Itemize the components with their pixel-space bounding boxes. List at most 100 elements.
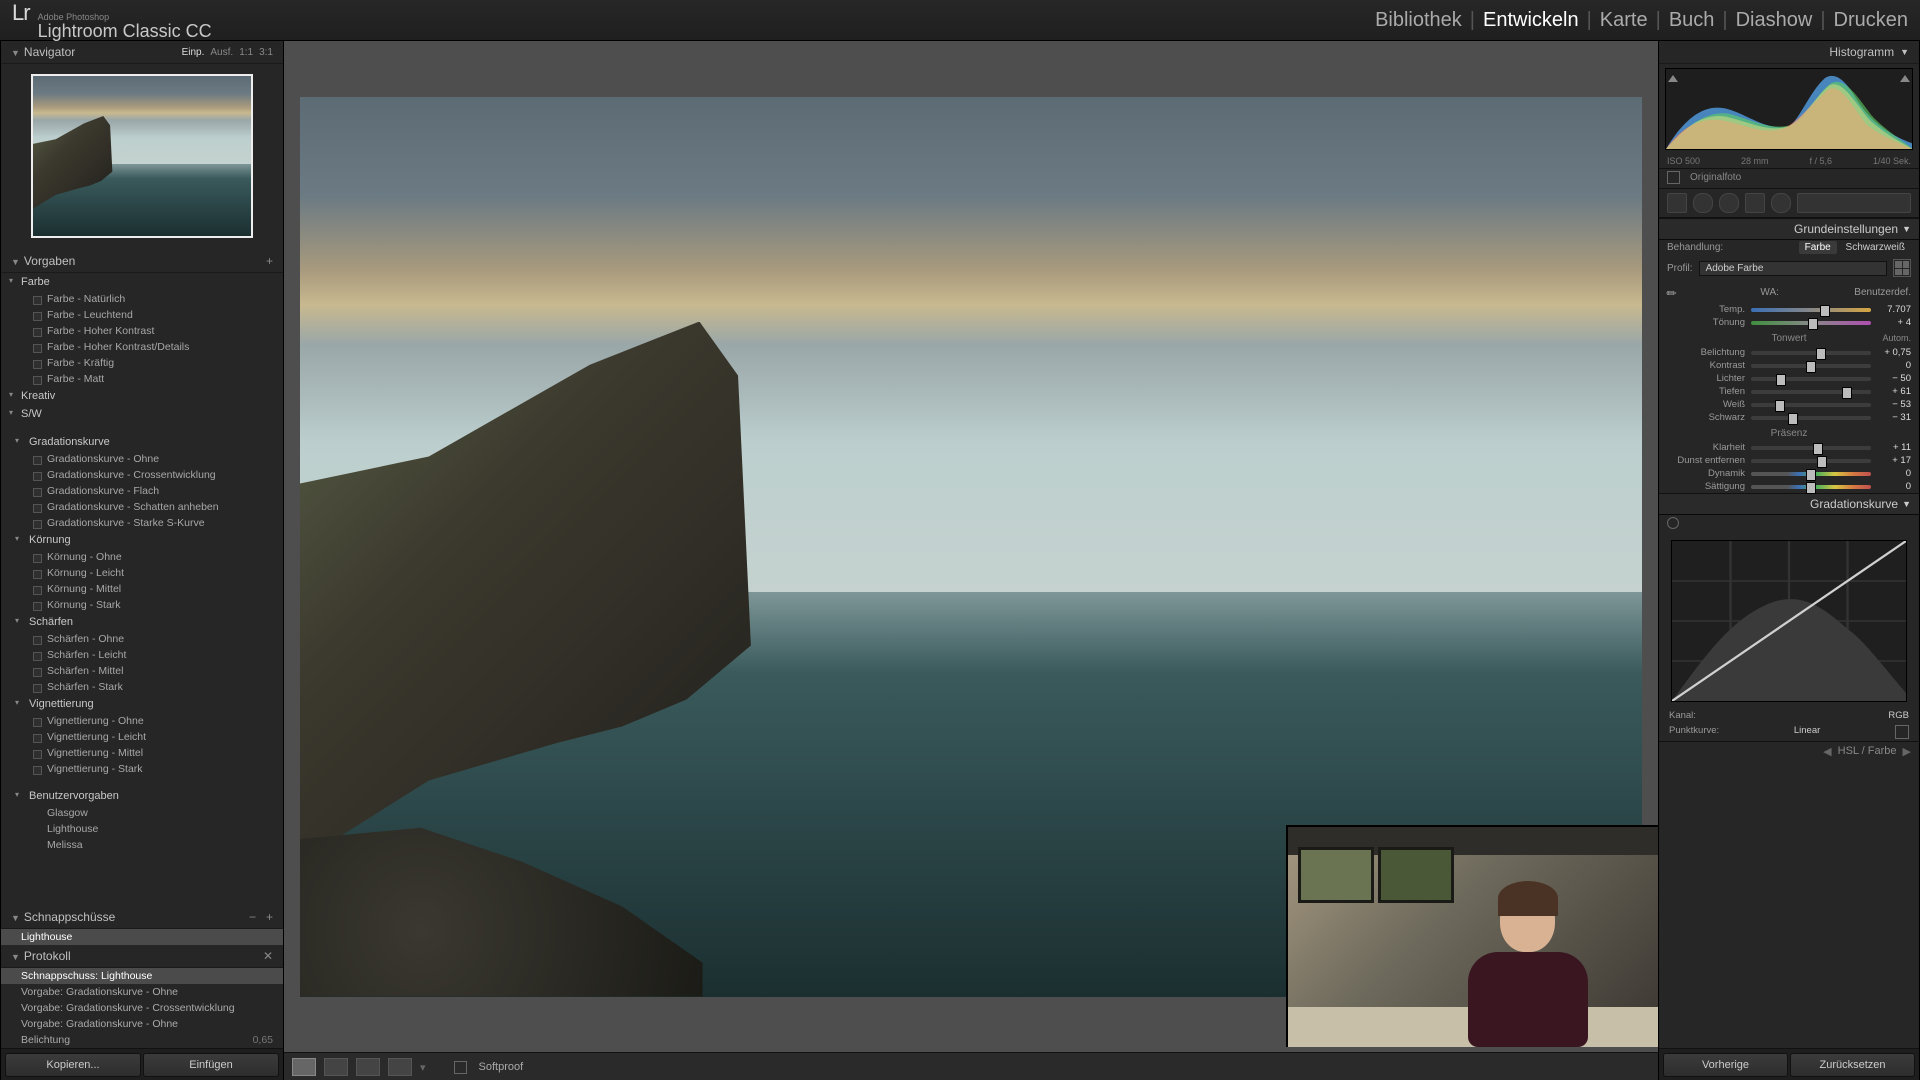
preset-item[interactable]: Vignettierung - Ohne: [1, 713, 283, 729]
highlight-clip-icon[interactable]: [1900, 71, 1910, 85]
preset-item[interactable]: Schärfen - Ohne: [1, 631, 283, 647]
view-mode-loupe[interactable]: [292, 1058, 316, 1076]
add-snapshot-icon[interactable]: − +: [249, 910, 273, 924]
preset-item[interactable]: Farbe - Hoher Kontrast/Details: [1, 339, 283, 355]
presets-header[interactable]: ▼Vorgaben +: [1, 250, 283, 273]
slider-thumb[interactable]: [1775, 400, 1785, 412]
preset-item[interactable]: Glasgow: [1, 805, 283, 821]
slider-thumb[interactable]: [1776, 374, 1786, 386]
module-drucken[interactable]: Drucken: [1834, 9, 1908, 32]
slider-thumb[interactable]: [1820, 305, 1830, 317]
preset-group[interactable]: Schärfen: [1, 613, 283, 631]
module-karte[interactable]: Karte: [1600, 9, 1648, 32]
histogram-display[interactable]: [1665, 68, 1913, 150]
slider-s-ttigung[interactable]: Sättigung0: [1659, 480, 1919, 493]
preset-group[interactable]: Körnung: [1, 531, 283, 549]
tonecurve-target-icon[interactable]: [1659, 515, 1919, 534]
spot-removal-tool[interactable]: [1693, 193, 1713, 213]
slider-value[interactable]: 0: [1877, 468, 1911, 479]
basic-header[interactable]: Grundeinstellungen▼: [1659, 218, 1919, 240]
auto-tone-button[interactable]: Autom.: [1882, 333, 1911, 343]
tonecurve-display[interactable]: [1671, 540, 1907, 702]
slider-t-nung[interactable]: Tönung+ 4: [1659, 316, 1919, 329]
pointcurve-edit-icon[interactable]: [1895, 725, 1909, 739]
view-mode-before-after-tb[interactable]: [356, 1058, 380, 1076]
preset-group[interactable]: Farbe: [1, 273, 283, 291]
slider-thumb[interactable]: [1808, 318, 1818, 330]
graduated-filter-tool[interactable]: [1745, 193, 1765, 213]
slider-temp-[interactable]: Temp.7.707: [1659, 303, 1919, 316]
profile-browser-icon[interactable]: [1893, 259, 1911, 277]
view-mode-before-after-lr[interactable]: [324, 1058, 348, 1076]
preset-group[interactable]: S/W: [1, 405, 283, 423]
preset-item[interactable]: Vignettierung - Leicht: [1, 729, 283, 745]
snapshot-item[interactable]: Lighthouse: [1, 929, 283, 945]
preset-item[interactable]: Körnung - Leicht: [1, 565, 283, 581]
module-diashow[interactable]: Diashow: [1736, 9, 1813, 32]
preset-group[interactable]: Benutzervorgaben: [1, 787, 283, 805]
history-item[interactable]: Vorgabe: Gradationskurve - Ohne: [1, 984, 283, 1000]
slider-belichtung[interactable]: Belichtung+ 0,75: [1659, 346, 1919, 359]
preset-group[interactable]: Vignettierung: [1, 695, 283, 713]
softproof-checkbox[interactable]: [454, 1061, 467, 1074]
slider-kontrast[interactable]: Kontrast0: [1659, 359, 1919, 372]
wb-value[interactable]: Benutzerdef.: [1854, 287, 1911, 298]
slider-value[interactable]: + 4: [1877, 317, 1911, 328]
histogram-header[interactable]: Histogramm▼: [1659, 41, 1919, 64]
profile-select[interactable]: Adobe Farbe: [1699, 261, 1887, 276]
module-buch[interactable]: Buch: [1669, 9, 1715, 32]
channel-value[interactable]: RGB: [1888, 710, 1909, 721]
preset-item[interactable]: Gradationskurve - Crossentwicklung: [1, 467, 283, 483]
zoom-1[interactable]: Ausf.: [210, 47, 233, 58]
view-mode-split[interactable]: [388, 1058, 412, 1076]
slider-thumb[interactable]: [1817, 456, 1827, 468]
preset-item[interactable]: Farbe - Leuchtend: [1, 307, 283, 323]
preset-item[interactable]: Farbe - Hoher Kontrast: [1, 323, 283, 339]
preset-item[interactable]: Körnung - Ohne: [1, 549, 283, 565]
zoom-2[interactable]: 1:1: [239, 47, 253, 58]
pointcurve-row[interactable]: Punktkurve: Linear: [1659, 723, 1919, 741]
pointcurve-value[interactable]: Linear: [1794, 725, 1820, 739]
shadow-clip-icon[interactable]: [1668, 71, 1678, 85]
module-entwickeln[interactable]: Entwickeln: [1483, 9, 1579, 32]
preset-item[interactable]: Lighthouse: [1, 821, 283, 837]
preset-item[interactable]: Gradationskurve - Ohne: [1, 451, 283, 467]
preset-item[interactable]: Melissa: [1, 837, 283, 853]
wb-eyedropper-icon[interactable]: ✎: [1663, 279, 1688, 304]
paste-button[interactable]: Einfügen: [143, 1053, 279, 1077]
hsl-header[interactable]: ◀ HSL / Farbe ▶: [1659, 741, 1919, 761]
preset-item[interactable]: Schärfen - Mittel: [1, 663, 283, 679]
preset-item[interactable]: Schärfen - Stark: [1, 679, 283, 695]
preset-item[interactable]: Vignettierung - Stark: [1, 761, 283, 777]
treatment-color[interactable]: Farbe: [1799, 241, 1837, 254]
preset-item[interactable]: Gradationskurve - Starke S-Kurve: [1, 515, 283, 531]
clear-history-icon[interactable]: ✕: [263, 949, 273, 963]
original-checkbox[interactable]: [1667, 171, 1680, 184]
slider-value[interactable]: 0: [1877, 481, 1911, 492]
slider-thumb[interactable]: [1806, 469, 1816, 481]
slider-thumb[interactable]: [1788, 413, 1798, 425]
slider-value[interactable]: + 61: [1877, 386, 1911, 397]
crop-tool[interactable]: [1667, 193, 1687, 213]
slider-tiefen[interactable]: Tiefen+ 61: [1659, 385, 1919, 398]
preset-item[interactable]: Körnung - Stark: [1, 597, 283, 613]
original-photo-row[interactable]: Originalfoto: [1659, 169, 1919, 189]
slider-value[interactable]: − 50: [1877, 373, 1911, 384]
navigator-header[interactable]: ▼Navigator Einp.Ausf.1:13:1: [1, 41, 283, 64]
navigator-zoom-levels[interactable]: Einp. Ausf. 1:1 3:1: [182, 47, 273, 58]
zoom-3[interactable]: 3:1: [259, 47, 273, 58]
copy-button[interactable]: Kopieren...: [5, 1053, 141, 1077]
slider-value[interactable]: − 53: [1877, 399, 1911, 410]
previous-button[interactable]: Vorherige: [1663, 1053, 1788, 1077]
brush-tool[interactable]: [1797, 193, 1911, 213]
slider-value[interactable]: − 31: [1877, 412, 1911, 423]
slider-dunst-entfernen[interactable]: Dunst entfernen+ 17: [1659, 454, 1919, 467]
add-preset-icon[interactable]: +: [266, 254, 273, 268]
zoom-0[interactable]: Einp.: [182, 47, 205, 58]
slider-value[interactable]: + 17: [1877, 455, 1911, 466]
history-item[interactable]: Vorgabe: Gradationskurve - Crossentwickl…: [1, 1000, 283, 1016]
history-item[interactable]: Vorgabe: Gradationskurve - Ohne: [1, 1016, 283, 1032]
slider-value[interactable]: + 0,75: [1877, 347, 1911, 358]
navigator-thumbnail[interactable]: [31, 74, 253, 238]
preset-item[interactable]: Gradationskurve - Schatten anheben: [1, 499, 283, 515]
